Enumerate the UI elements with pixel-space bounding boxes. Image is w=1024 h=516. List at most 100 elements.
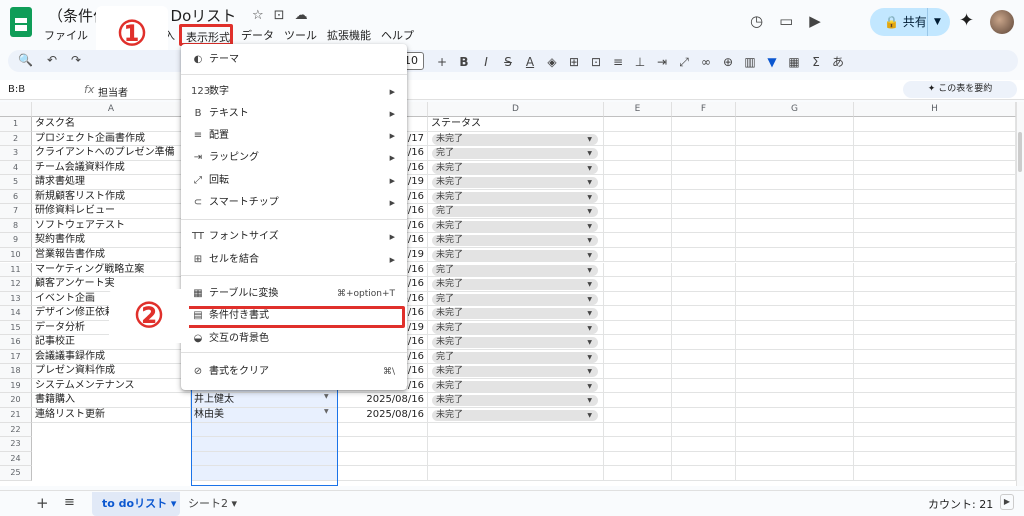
grid-cell[interactable] — [854, 146, 1016, 161]
task-cell[interactable]: プロジェクト企画書作成 — [32, 131, 191, 147]
chart-icon[interactable]: ▥ — [740, 55, 760, 69]
task-cell[interactable]: クライアントへのプレゼン準備 — [32, 146, 191, 161]
grid-cell[interactable] — [672, 262, 736, 278]
task-cell[interactable]: 書籍購入 — [32, 393, 191, 408]
grid-cell[interactable] — [854, 247, 1016, 263]
grid-cell[interactable] — [672, 466, 736, 481]
col-header-f[interactable]: F — [672, 102, 736, 117]
row-header[interactable]: 7 — [0, 204, 32, 219]
grid-cell[interactable] — [736, 306, 854, 321]
grid-cell[interactable] — [672, 117, 736, 132]
font-increase-icon[interactable]: + — [432, 55, 452, 69]
fill-color-icon[interactable]: ◈ — [542, 55, 562, 69]
menu-item-smart-chips[interactable]: ⊂ スマートチップ ▶ — [181, 193, 407, 213]
formula-input[interactable]: 担当者 — [98, 84, 128, 99]
grid-cell[interactable] — [604, 218, 672, 234]
grid-cell[interactable] — [854, 262, 1016, 278]
grid-cell[interactable] — [604, 306, 672, 321]
grid-cell[interactable] — [672, 146, 736, 161]
grid-cell[interactable] — [854, 466, 1016, 481]
sheet-tab-2[interactable]: シート2 ▾ — [188, 492, 248, 516]
grid-cell[interactable] — [672, 277, 736, 292]
status-chip[interactable]: 未完了 — [432, 308, 598, 320]
col-header-g[interactable]: G — [736, 102, 854, 117]
row-header[interactable]: 11 — [0, 262, 32, 278]
grid-cell[interactable] — [338, 422, 428, 438]
row-header[interactable]: 24 — [0, 451, 32, 467]
grid-cell[interactable] — [604, 364, 672, 379]
person-cell[interactable]: 井上健太 — [191, 393, 338, 408]
grid-cell[interactable] — [604, 262, 672, 278]
borders-icon[interactable]: ⊞ — [564, 55, 584, 69]
col-header-e[interactable]: E — [604, 102, 672, 117]
add-sheet-icon[interactable]: + — [36, 494, 49, 512]
meet-icon[interactable]: ▶ — [809, 12, 821, 30]
row-header[interactable]: 19 — [0, 378, 32, 394]
menu-item-font-size[interactable]: TT フォントサイズ ▶ — [181, 227, 407, 247]
grid-cell[interactable] — [736, 160, 854, 176]
grid-cell[interactable] — [736, 218, 854, 234]
grid-cell[interactable] — [604, 349, 672, 365]
status-chip[interactable]: 未完了 — [432, 322, 598, 334]
status-chip[interactable]: 未完了 — [432, 380, 598, 392]
grid-cell[interactable] — [428, 422, 604, 438]
menu-item-alternating-colors[interactable]: ◒ 交互の背景色 — [181, 329, 407, 349]
italic-icon[interactable]: I — [476, 55, 496, 69]
filter-views-icon[interactable]: ▦ — [784, 55, 804, 69]
gemini-icon[interactable]: ✦ — [959, 10, 974, 31]
menu-extensions[interactable]: 拡張機能 — [327, 27, 371, 43]
grid-cell[interactable] — [854, 422, 1016, 438]
status-chip[interactable]: 未完了 — [432, 249, 598, 261]
all-sheets-icon[interactable]: ≡ — [64, 495, 75, 510]
grid-cell[interactable] — [604, 437, 672, 452]
status-chip[interactable]: 未完了 — [432, 366, 598, 378]
task-cell[interactable]: 新規顧客リスト作成 — [32, 189, 191, 205]
row-header[interactable]: 1 — [0, 117, 32, 132]
star-icon[interactable]: ☆ — [252, 8, 264, 23]
grid-cell[interactable] — [672, 247, 736, 263]
grid-cell[interactable] — [672, 291, 736, 307]
menu-item-wrapping[interactable]: ⇥ ラッピング ▶ — [181, 148, 407, 168]
grid-cell[interactable] — [604, 335, 672, 350]
header-task[interactable]: タスク名 — [32, 117, 191, 132]
grid-cell[interactable] — [736, 437, 854, 452]
status-chip[interactable]: 未完了 — [432, 235, 598, 247]
menu-data[interactable]: データ — [241, 27, 274, 43]
select-all-corner[interactable] — [0, 102, 32, 117]
grid-cell[interactable] — [854, 349, 1016, 365]
grid-cell[interactable] — [672, 204, 736, 219]
grid-cell[interactable] — [736, 320, 854, 336]
grid-cell[interactable] — [854, 131, 1016, 147]
task-cell[interactable]: ソフトウェアテスト — [32, 218, 191, 234]
grid-cell[interactable] — [854, 189, 1016, 205]
grid-cell[interactable] — [672, 364, 736, 379]
link-icon[interactable]: ∞ — [696, 55, 716, 69]
task-cell[interactable]: 会議議事録作成 — [32, 349, 191, 365]
input-tools-icon[interactable]: あ — [828, 53, 848, 70]
grid-cell[interactable] — [604, 189, 672, 205]
grid-cell[interactable] — [736, 422, 854, 438]
status-chip[interactable]: 未完了 — [432, 220, 598, 232]
row-header[interactable]: 9 — [0, 233, 32, 248]
status-chip[interactable]: 未完了 — [432, 191, 598, 203]
status-chip[interactable]: 未完了 — [432, 162, 598, 174]
insert-comment-icon[interactable]: ⊕ — [718, 55, 738, 69]
search-icon[interactable]: 🔍 — [18, 53, 33, 67]
task-cell[interactable]: 請求書処理 — [32, 175, 191, 190]
status-chip[interactable]: 完了 — [432, 148, 598, 160]
row-header[interactable]: 21 — [0, 408, 32, 423]
col-header-h[interactable]: H — [854, 102, 1016, 117]
grid-cell[interactable] — [736, 277, 854, 292]
grid-cell[interactable] — [736, 189, 854, 205]
menu-help[interactable]: ヘルプ — [381, 27, 414, 43]
strike-icon[interactable]: S — [498, 55, 518, 69]
task-cell[interactable]: システムメンテナンス — [32, 378, 191, 394]
scrollbar-thumb[interactable] — [1018, 132, 1022, 172]
grid-cell[interactable] — [672, 233, 736, 248]
grid-cell[interactable] — [854, 160, 1016, 176]
task-cell[interactable]: プレゼン資料作成 — [32, 364, 191, 379]
grid-cell[interactable] — [672, 189, 736, 205]
row-header[interactable]: 10 — [0, 247, 32, 263]
person-dropdown-icon[interactable]: ▼ — [324, 408, 1018, 415]
menu-file[interactable]: ファイル — [44, 27, 88, 43]
